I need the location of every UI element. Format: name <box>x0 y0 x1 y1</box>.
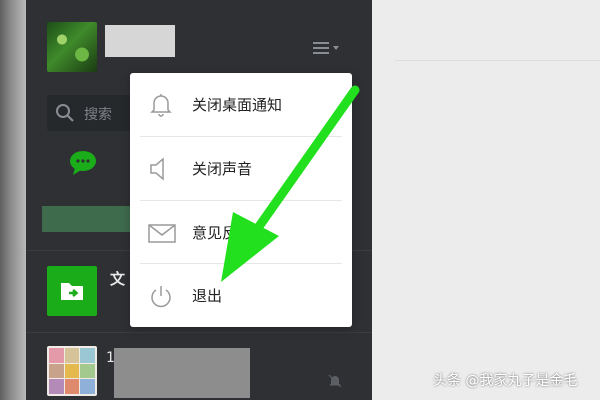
watermark: 头条 @我家丸子是金毛 <box>433 373 578 389</box>
annotation-arrow <box>221 85 360 282</box>
